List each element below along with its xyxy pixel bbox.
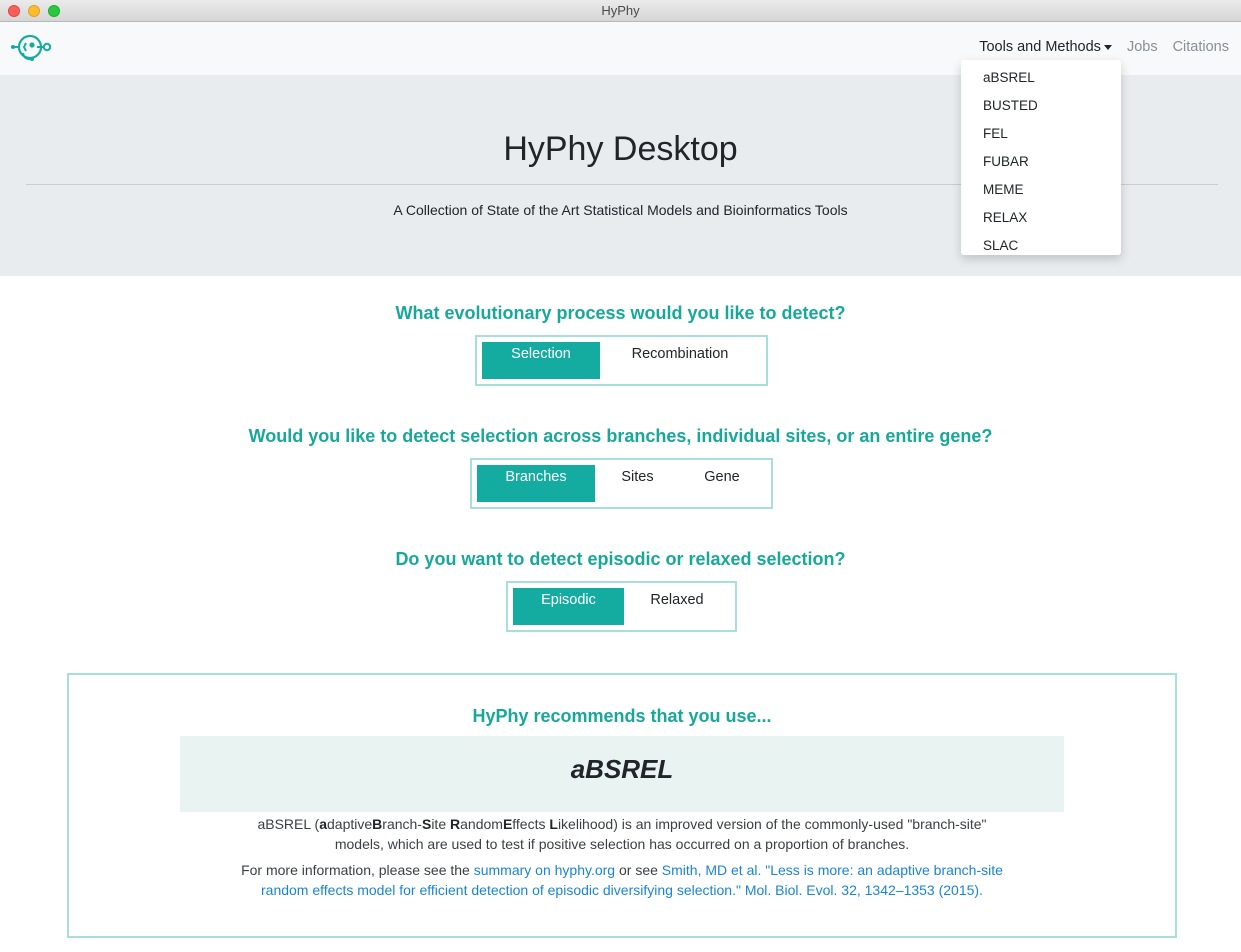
zoom-window-button[interactable]	[48, 5, 60, 17]
question-process: What evolutionary process would you like…	[395, 303, 846, 323]
dropdown-item-busted[interactable]: BUSTED	[961, 92, 1121, 120]
option-episodic[interactable]: Episodic	[513, 588, 624, 625]
recommendation-panel: HyPhy recommends that you use... aBSREL …	[67, 673, 1177, 938]
dropdown-item-meme[interactable]: MEME	[961, 176, 1121, 204]
tools-dropdown-menu: aBSREL BUSTED FEL FUBAR MEME RELAX SLAC	[961, 60, 1121, 255]
desc-acronym-letter: S	[421, 816, 432, 832]
tools-and-methods-dropdown[interactable]: Tools and Methods	[979, 39, 1112, 55]
question-scope: Would you like to detect selection acros…	[248, 426, 993, 446]
scope-toggle-group: Branches Sites Gene	[470, 458, 773, 509]
hyphy-summary-link[interactable]: summary on hyphy.org	[474, 862, 615, 878]
citation-link[interactable]: Smith, MD et al. "Less is more: an adapt…	[662, 862, 1003, 878]
caret-down-icon	[1103, 44, 1112, 50]
desc-acronym-letter: E	[502, 816, 513, 832]
nav-link-citations[interactable]: Citations	[1173, 39, 1229, 55]
desc-text: andom	[460, 816, 503, 832]
recommendation-title: HyPhy recommends that you use...	[472, 706, 772, 726]
dropdown-item-relax[interactable]: RELAX	[961, 204, 1121, 232]
option-relaxed[interactable]: Relaxed	[634, 588, 720, 625]
more-info-text: For more information, please see the sum…	[69, 860, 1175, 900]
desc-acronym-letter: a	[319, 816, 327, 832]
dropdown-item-fubar[interactable]: FUBAR	[961, 148, 1121, 176]
dropdown-item-absrel[interactable]: aBSREL	[961, 64, 1121, 92]
desc-text: daptive	[327, 816, 373, 832]
desc-text: ranch-	[382, 816, 422, 832]
selection-type-toggle-group: Episodic Relaxed	[506, 581, 737, 632]
option-recombination[interactable]: Recombination	[610, 342, 750, 379]
desc-text: ikelihood) is an improved version of the…	[557, 816, 987, 832]
nav-link-jobs[interactable]: Jobs	[1127, 39, 1158, 55]
question-selection-type: Do you want to detect episodic or relaxe…	[395, 549, 846, 569]
desc-text: ite	[431, 816, 450, 832]
citation-link-continued[interactable]: random effects model for efficient detec…	[261, 882, 983, 898]
desc-text: ffects	[512, 816, 550, 832]
desc-acronym-letter: B	[372, 816, 383, 832]
desc-text: aBSREL (	[257, 816, 320, 832]
window-titlebar: HyPhy	[0, 0, 1241, 22]
recommended-method-name: aBSREL	[570, 754, 674, 784]
close-window-button[interactable]	[8, 5, 20, 17]
option-sites[interactable]: Sites	[605, 465, 670, 502]
minimize-window-button[interactable]	[28, 5, 40, 17]
nav-links: Tools and Methods Jobs Citations	[979, 39, 1229, 55]
dropdown-item-slac[interactable]: SLAC	[961, 232, 1121, 260]
option-branches[interactable]: Branches	[477, 465, 595, 502]
desc-acronym-letter: L	[549, 816, 558, 832]
process-toggle-group: Selection Recombination	[475, 335, 768, 386]
more-info-middle: or see	[615, 862, 662, 878]
option-gene[interactable]: Gene	[692, 465, 752, 502]
method-description: aBSREL (adaptiveBranch-Site RandomEffect…	[69, 814, 1175, 854]
recommended-method-banner: aBSREL	[180, 736, 1064, 812]
tools-and-methods-label: Tools and Methods	[979, 39, 1101, 55]
window-title: HyPhy	[601, 3, 640, 18]
option-selection[interactable]: Selection	[482, 342, 600, 379]
dropdown-item-fel[interactable]: FEL	[961, 120, 1121, 148]
desc-text: models, which are used to test if positi…	[334, 836, 910, 852]
hyphy-logo-icon[interactable]	[10, 32, 54, 64]
desc-acronym-letter: R	[450, 816, 461, 832]
more-info-prefix: For more information, please see the	[241, 862, 474, 878]
